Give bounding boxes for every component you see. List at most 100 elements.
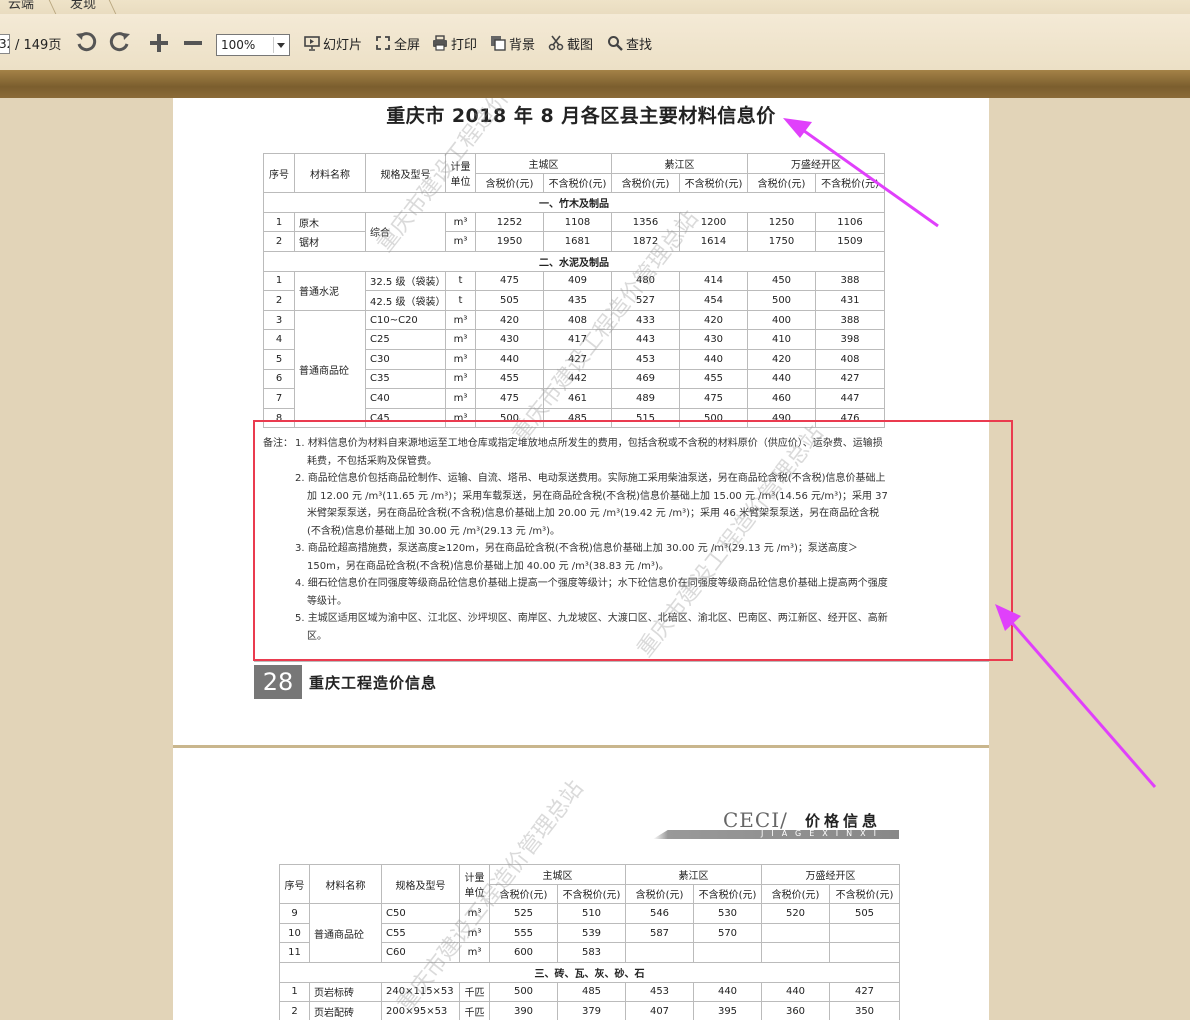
- table-row: 1 普通水泥 32.5 级（袋装） t 475 409 480 414 450 388: [263, 270, 885, 311]
- price-cell: 440: [761, 981, 830, 1003]
- table-row: 2 锯材 m³ 1950 1681 1872 1614 1750 1509: [263, 231, 885, 252]
- tab-cloud[interactable]: 云端: [8, 0, 34, 13]
- price-cell: 430: [679, 329, 748, 350]
- col-header: 序号: [279, 863, 310, 905]
- price-cell: 430: [475, 329, 544, 350]
- fullscreen-label: 全屏: [394, 37, 421, 53]
- unit: m³: [445, 231, 476, 252]
- fullscreen-icon: [376, 36, 390, 50]
- price-cell: 460: [747, 388, 816, 409]
- material-name: 普通商品砼: [309, 903, 382, 963]
- document-title: 重庆市 2018 年 8 月各区县主要材料信息价: [386, 105, 776, 127]
- price-cell: 500: [747, 290, 816, 311]
- zoom-value: 100%: [221, 38, 256, 52]
- price-cell: 587: [625, 922, 694, 944]
- spec: C55: [381, 922, 460, 944]
- row-number: 6: [263, 368, 295, 390]
- rotate-right-button[interactable]: [108, 31, 132, 53]
- table-header-row: 序号 材料名称 规格及型号 计量 单位 主城区 綦江区 万盛经开区: [263, 152, 885, 194]
- price-cell: 420: [679, 309, 748, 331]
- price-cell: 427: [829, 981, 900, 1003]
- price-cell: 408: [543, 309, 612, 331]
- zoom-out-button[interactable]: [182, 32, 204, 54]
- price-cell: 420: [747, 348, 816, 370]
- price-cell: 469: [611, 368, 680, 390]
- print-label: 打印: [451, 37, 478, 53]
- price-cell: [761, 922, 830, 944]
- price-table: 序号 材料名称 规格及型号 计量 单位 主城区 綦江区 万盛经开区 含税价(元) 不含税价(元) 含…: [263, 152, 885, 429]
- viewer-band: [0, 70, 1190, 98]
- region-header: 綦江区: [611, 153, 748, 174]
- price-cell: 530: [693, 903, 762, 924]
- price-cell: 455: [475, 368, 544, 390]
- row-number: 10: [279, 922, 310, 944]
- print-button[interactable]: 打印: [432, 32, 477, 54]
- price-cell: 500: [489, 981, 558, 1003]
- find-label: 查找: [626, 37, 653, 53]
- price-cell: 447: [815, 388, 885, 409]
- price-cell: 427: [543, 348, 612, 370]
- unit: m³: [445, 309, 476, 331]
- col-header-line: 计量: [450, 162, 471, 174]
- minus-icon: [184, 41, 202, 45]
- price-cell: 546: [625, 903, 694, 924]
- col-header: 不含税价(元): [679, 172, 748, 194]
- section-row: 三、砖、瓦、灰、砂、石: [279, 961, 900, 983]
- spec: C50: [381, 903, 460, 924]
- col-header: 不含税价(元): [693, 883, 762, 905]
- zoom-select[interactable]: 100%: [216, 34, 290, 56]
- table-row: 1 页岩标砖 240×115×53 千匹 500 485 453 440 440 427: [279, 981, 900, 1003]
- page-number-input[interactable]: 32: [0, 34, 10, 54]
- fullscreen-button[interactable]: 全屏: [375, 32, 420, 54]
- price-cell: 1509: [815, 231, 885, 252]
- row-number: 9: [279, 903, 310, 924]
- material-name: 锯材: [294, 231, 366, 252]
- scissors-icon: [548, 35, 564, 51]
- rotate-left-button[interactable]: [74, 31, 98, 53]
- spec: C40: [365, 388, 446, 409]
- tab-divider: [48, 0, 57, 14]
- col-header: 不含税价(元): [557, 883, 626, 905]
- chevron-down-icon[interactable]: [273, 37, 287, 53]
- unit: 千匹: [459, 1001, 490, 1020]
- price-cell: 525: [489, 903, 558, 924]
- price-cell: 388: [815, 309, 885, 331]
- background-button[interactable]: 背景: [490, 32, 535, 54]
- col-header: 含税价(元): [489, 883, 558, 905]
- section-row: 二、水泥及制品: [263, 250, 885, 272]
- unit: m³: [445, 211, 476, 233]
- price-cell: 505: [475, 290, 544, 311]
- price-cell: 1950: [475, 231, 544, 252]
- row-number: 1: [279, 981, 310, 1003]
- price-cell: 1108: [543, 211, 612, 233]
- price-cell: 1872: [611, 231, 680, 252]
- price-cell: 475: [475, 388, 544, 409]
- table-row: 2 页岩配砖 200×95×53 千匹 390 379 407 395 360 350: [279, 1001, 900, 1020]
- material-name: 普通水泥: [294, 270, 366, 311]
- slideshow-label: 幻灯片: [323, 37, 363, 53]
- price-cell: 570: [693, 922, 762, 944]
- price-cell: 453: [625, 981, 694, 1003]
- price-cell: 453: [611, 348, 680, 370]
- ceci-pinyin: JIAGEXINXI: [761, 829, 884, 838]
- unit: 千匹: [459, 981, 490, 1003]
- zoom-in-button[interactable]: [148, 32, 170, 54]
- printer-icon: [433, 35, 447, 51]
- col-header: 不含税价(元): [829, 883, 900, 905]
- screenshot-button[interactable]: 截图: [548, 32, 593, 54]
- material-name: 普通商品砼: [294, 309, 366, 429]
- section-title: 一、竹木及制品: [263, 192, 885, 213]
- price-cell: 539: [557, 922, 626, 944]
- col-header: 不含税价(元): [543, 172, 612, 194]
- page-total: / 149页: [15, 37, 62, 53]
- find-button[interactable]: 查找: [607, 32, 652, 54]
- tab-discover[interactable]: 发现: [70, 0, 96, 13]
- region-header: 万盛经开区: [761, 864, 900, 885]
- unit: m³: [445, 368, 476, 390]
- col-header: 不含税价(元): [815, 172, 885, 194]
- row-number: 7: [263, 388, 295, 409]
- slideshow-button[interactable]: 幻灯片: [304, 32, 362, 54]
- spec: 240×115×53: [381, 981, 460, 1003]
- price-cell: 461: [543, 388, 612, 409]
- price-cell: 485: [557, 981, 626, 1003]
